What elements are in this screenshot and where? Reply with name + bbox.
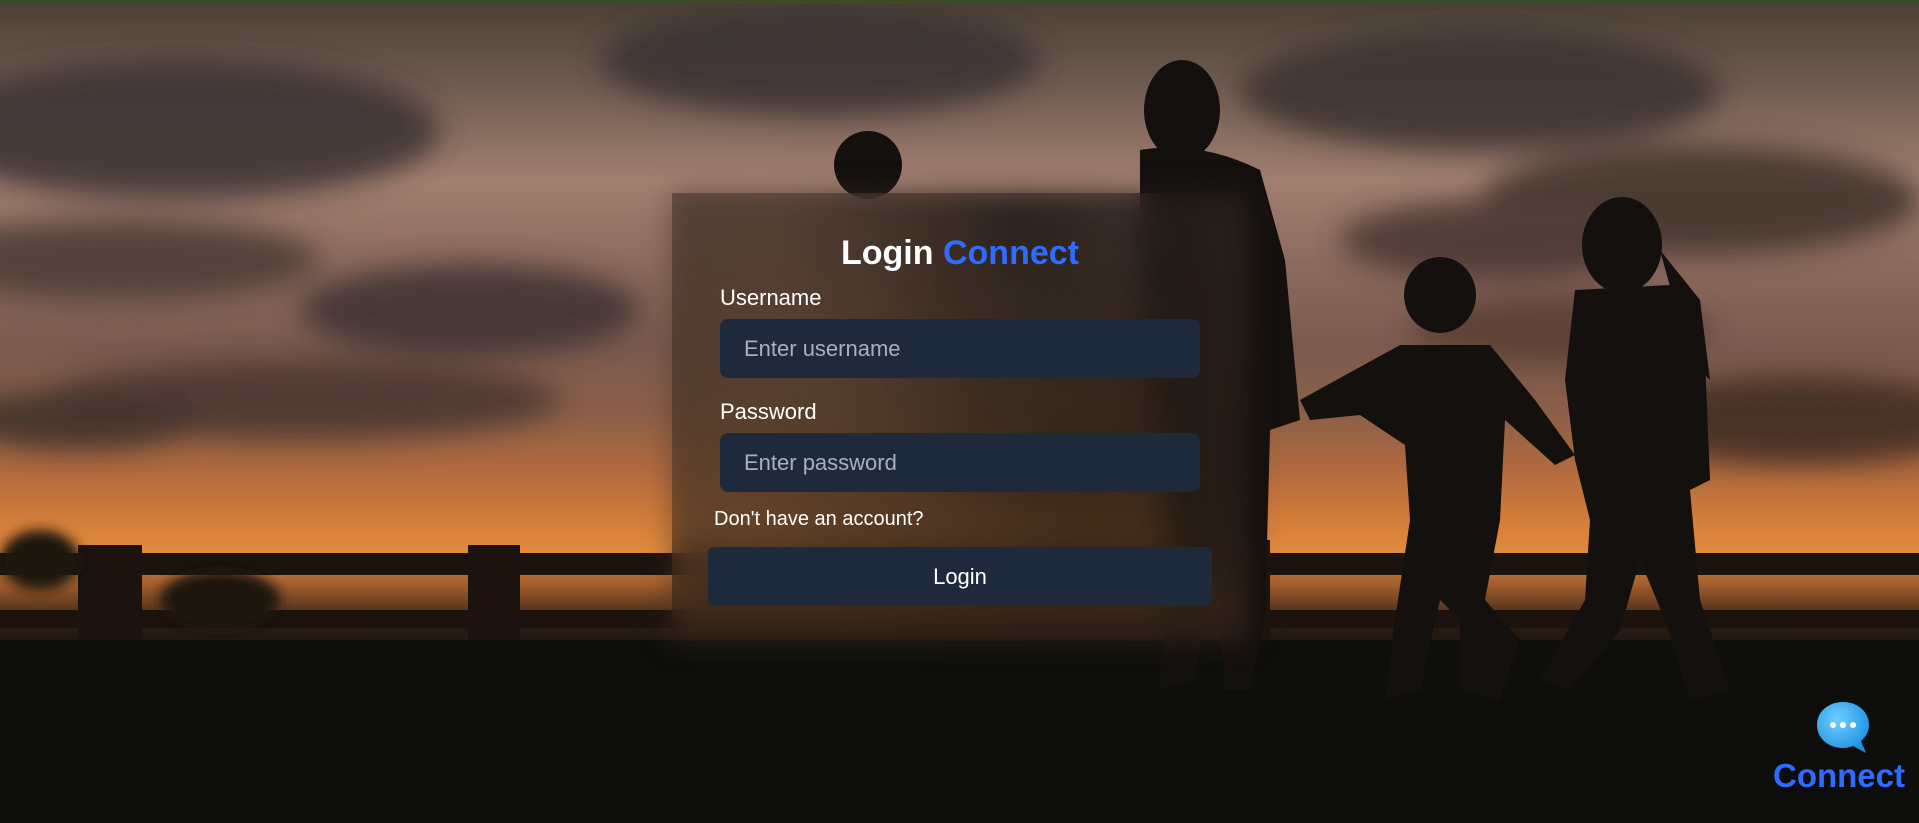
password-label: Password	[720, 399, 817, 424]
brand-logo: Connect	[1769, 699, 1909, 811]
login-page: Login Connect Username Password Don't ha…	[0, 0, 1919, 823]
top-strip	[0, 0, 1919, 4]
username-input[interactable]	[720, 319, 1200, 378]
login-title: Login Connect	[672, 234, 1248, 272]
login-button[interactable]: Login	[708, 547, 1212, 606]
password-input[interactable]	[720, 433, 1200, 492]
login-title-main: Login	[841, 234, 934, 272]
brand-name: Connect	[1773, 757, 1905, 794]
login-title-accent: Connect	[942, 234, 1079, 272]
signup-link[interactable]: Don't have an account?	[714, 508, 924, 531]
username-label: Username	[720, 285, 822, 310]
chat-bubble-icon	[1817, 702, 1869, 753]
login-card: Login Connect Username Password Don't ha…	[672, 193, 1248, 641]
